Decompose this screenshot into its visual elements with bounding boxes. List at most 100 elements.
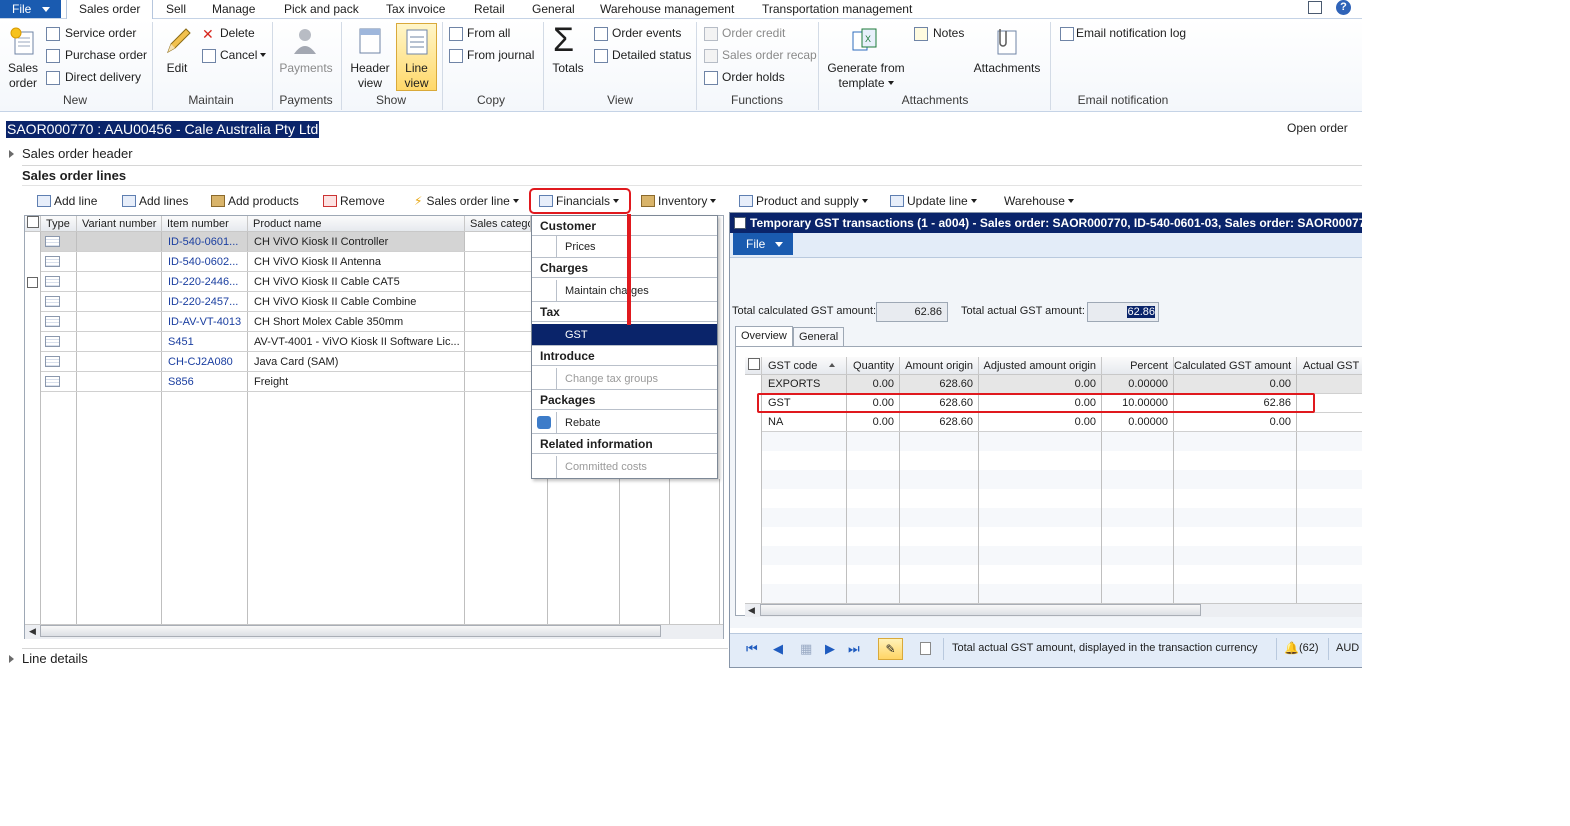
total-actual-gst-field[interactable]: 62.86 (1087, 302, 1159, 322)
gst-code-cell[interactable]: NA (762, 413, 846, 432)
column-header-amount-origin[interactable]: Amount origin (900, 357, 979, 375)
add-products-button[interactable]: Add products (211, 193, 299, 209)
product-and-supply-menu[interactable]: Product and supply (739, 193, 868, 209)
payments-button[interactable] (290, 26, 320, 56)
column-header-calculated-gst-amount[interactable]: Calculated GST amount (1174, 357, 1297, 375)
tab-sales-order[interactable]: Sales order (66, 0, 154, 20)
sales-order-button[interactable] (9, 26, 37, 56)
calculated-gst-amount-cell[interactable]: 0.00 (1174, 375, 1296, 394)
tab-tax-invoice[interactable]: Tax invoice (386, 0, 445, 18)
menu-item-change-tax-groups[interactable]: Change tax groups (532, 368, 717, 390)
item-number-cell[interactable]: CH-CJ2A080 (162, 352, 247, 372)
direct-delivery-button[interactable]: Direct delivery (65, 70, 141, 85)
quantity-cell[interactable]: 0.00 (847, 375, 899, 394)
menu-item-maintain-charges[interactable]: Maintain charges (532, 280, 717, 302)
item-number-cell[interactable]: ID-220-2457... (162, 292, 247, 312)
order-holds-button[interactable]: Order holds (722, 70, 785, 85)
gst-file-menu[interactable]: File (733, 233, 793, 255)
item-number-cell[interactable]: S451 (162, 332, 247, 352)
product-name-cell[interactable]: CH ViVO Kiosk II Controller (248, 232, 464, 252)
menu-item-prices[interactable]: Prices (532, 236, 717, 258)
column-header-type[interactable]: Type (41, 216, 77, 232)
tab-pick-and-pack[interactable]: Pick and pack (284, 0, 359, 18)
tab-sell[interactable]: Sell (166, 0, 186, 18)
item-number-cell[interactable]: ID-AV-VT-4013 (162, 312, 247, 332)
email-notification-log-button[interactable]: Email notification log (1076, 26, 1186, 41)
column-header-sales-category[interactable]: Sales catego (465, 216, 531, 232)
add-lines-button[interactable]: Add lines (122, 193, 188, 209)
bell-icon[interactable]: 🔔 (1284, 641, 1299, 655)
product-name-cell[interactable]: CH ViVO Kiosk II Cable Combine (248, 292, 464, 312)
menu-item-rebate[interactable]: Rebate (532, 412, 717, 434)
header-view-button[interactable] (356, 26, 384, 56)
tab-transportation-management[interactable]: Transportation management (762, 0, 912, 18)
product-name-cell[interactable]: Java Card (SAM) (248, 352, 464, 372)
generate-from-template-button[interactable]: X (850, 26, 880, 56)
adjusted-amount-origin-cell[interactable]: 0.00 (979, 375, 1101, 394)
notification-count[interactable]: (62) (1299, 642, 1319, 654)
adjusted-amount-origin-cell[interactable]: 0.00 (979, 413, 1101, 432)
select-all-checkbox[interactable] (748, 358, 760, 370)
scroll-left-icon[interactable]: ◀ (748, 605, 755, 616)
item-number-cell[interactable]: ID-540-0601... (162, 232, 247, 252)
tab-retail[interactable]: Retail (474, 0, 505, 18)
scrollbar-thumb[interactable] (760, 604, 1201, 616)
totals-button[interactable]: Totals (548, 61, 588, 76)
row-checkbox[interactable] (27, 277, 38, 288)
grid-icon[interactable]: ▦ (800, 641, 812, 657)
column-header-percent[interactable]: Percent (1102, 357, 1174, 375)
last-record-icon[interactable]: ⏭ (848, 641, 860, 657)
sales-order-line-menu[interactable]: ⚡ Sales order line (414, 193, 519, 209)
select-all-header[interactable] (745, 357, 762, 375)
tab-general[interactable]: General (532, 0, 575, 18)
product-name-cell[interactable]: CH ViVO Kiosk II Antenna (248, 252, 464, 272)
minimize-ribbon-icon[interactable] (1308, 1, 1322, 14)
next-record-icon[interactable]: ▶ (825, 641, 835, 657)
scrollbar-thumb[interactable] (40, 625, 661, 637)
gst-code-cell[interactable]: EXPORTS (762, 375, 846, 394)
purchase-order-button[interactable]: Purchase order (65, 48, 147, 63)
menu-item-gst[interactable]: GST (532, 324, 717, 346)
product-name-cell[interactable]: AV-VT-4001 - ViVO Kiosk II Software Lic.… (248, 332, 464, 352)
file-menu-button[interactable]: File (0, 0, 61, 18)
from-all-button[interactable]: From all (467, 26, 510, 41)
percent-cell[interactable]: 0.00000 (1102, 413, 1173, 432)
order-credit-button[interactable]: Order credit (722, 26, 785, 41)
scroll-left-icon[interactable]: ◀ (29, 626, 36, 637)
delete-button[interactable]: Delete (220, 26, 255, 41)
column-header-variant-number[interactable]: Variant number (77, 216, 162, 232)
document-icon[interactable] (920, 642, 931, 655)
order-events-button[interactable]: Order events (612, 26, 681, 41)
column-header-actual-gst-amount[interactable]: Actual GST a (1297, 357, 1362, 375)
warehouse-menu[interactable]: Warehouse (1004, 193, 1074, 209)
inventory-menu[interactable]: Inventory (641, 193, 717, 209)
line-details-fasttab[interactable]: Line details (22, 651, 88, 666)
help-icon[interactable]: ? (1336, 0, 1351, 15)
attachments-button[interactable] (992, 26, 1020, 56)
remove-button[interactable]: Remove (323, 193, 385, 209)
first-record-icon[interactable]: ⏮ (746, 641, 758, 657)
update-line-menu[interactable]: Update line (890, 193, 977, 209)
item-number-cell[interactable]: S856 (162, 372, 247, 392)
cancel-button[interactable]: Cancel (220, 48, 267, 63)
calculated-gst-amount-cell[interactable]: 0.00 (1174, 413, 1296, 432)
sales-order-lines-fasttab[interactable]: Sales order lines (22, 168, 126, 183)
service-order-button[interactable]: Service order (65, 26, 136, 41)
product-name-cell[interactable]: CH ViVO Kiosk II Cable CAT5 (248, 272, 464, 292)
from-journal-button[interactable]: From journal (467, 48, 534, 63)
edit-mode-icon[interactable]: ✎ (878, 638, 903, 660)
add-line-button[interactable]: Add line (37, 193, 97, 209)
sales-order-recap-button[interactable]: Sales order recap (722, 48, 817, 63)
column-header-item-number[interactable]: Item number (162, 216, 248, 232)
quantity-cell[interactable]: 0.00 (847, 413, 899, 432)
previous-record-icon[interactable]: ◀ (773, 641, 783, 657)
detailed-status-button[interactable]: Detailed status (612, 48, 691, 63)
expand-icon[interactable] (9, 150, 14, 158)
column-header-quantity[interactable]: Quantity (847, 357, 900, 375)
expand-icon[interactable] (9, 655, 14, 663)
tab-overview[interactable]: Overview (735, 326, 793, 347)
product-name-cell[interactable]: CH Short Molex Cable 350mm (248, 312, 464, 332)
tab-warehouse-management[interactable]: Warehouse management (600, 0, 734, 18)
edit-button[interactable] (162, 26, 192, 56)
notes-button[interactable]: Notes (933, 26, 964, 41)
